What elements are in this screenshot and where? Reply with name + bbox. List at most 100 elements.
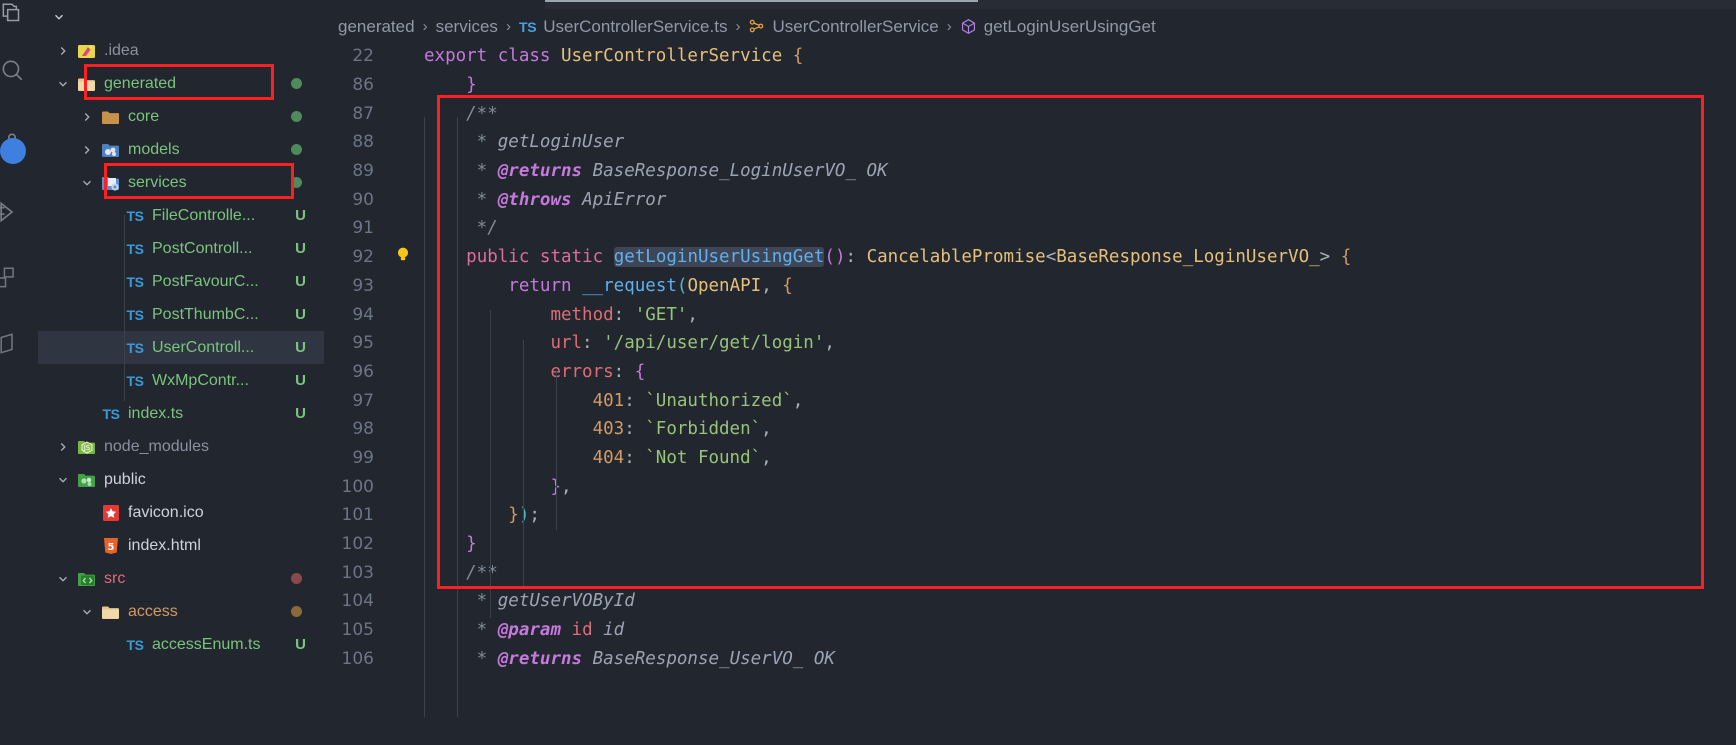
- tree-item-postthumbc---[interactable]: TS PostThumbC... U: [38, 298, 324, 331]
- code-line-91[interactable]: 91 */: [324, 214, 1736, 243]
- git-status-badge: U: [295, 636, 306, 653]
- tree-item-core[interactable]: core: [38, 100, 324, 133]
- breadcrumb-label: services: [435, 16, 498, 36]
- line-number: 104: [341, 591, 374, 612]
- line-number: 86: [352, 75, 374, 96]
- chevron-down-icon[interactable]: [52, 572, 74, 586]
- code-line-text: * @returns BaseResponse_LoginUserVO_ OK: [424, 161, 888, 181]
- code-line-104[interactable]: 104 * getUserVOById: [324, 587, 1736, 616]
- code-line-96[interactable]: 96 errors: {: [324, 358, 1736, 387]
- code-token: id: [571, 620, 593, 641]
- chevron-right-icon[interactable]: [76, 143, 98, 157]
- code-line-100[interactable]: 100 },: [324, 472, 1736, 501]
- tree-item--idea[interactable]: .idea: [38, 34, 324, 67]
- line-number: 106: [341, 648, 374, 669]
- chevron-down-icon[interactable]: [76, 605, 98, 619]
- tree-item-src[interactable]: src: [38, 562, 324, 595]
- search-icon[interactable]: [0, 44, 38, 96]
- breadcrumb-segment-1[interactable]: services: [436, 17, 498, 37]
- run-debug-icon[interactable]: [0, 186, 38, 238]
- code-line-89[interactable]: 89 * @returns BaseResponse_LoginUserVO_ …: [324, 157, 1736, 186]
- code-line-88[interactable]: 88 * getLoginUser: [324, 128, 1736, 157]
- code-line-103[interactable]: 103 /**: [324, 558, 1736, 587]
- code-token: :: [624, 419, 646, 440]
- explorer-icon[interactable]: [0, 0, 38, 40]
- tree-item-wxmpcontr---[interactable]: TS WxMpContr... U: [38, 364, 324, 397]
- breadcrumb-label: getLoginUserUsingGet: [983, 16, 1156, 36]
- tree-item-index-html[interactable]: 5 index.html: [38, 529, 324, 562]
- code-line-text: export class UserControllerService {: [424, 46, 803, 66]
- breadcrumb[interactable]: generated › services › TS UserControllerServi…: [324, 11, 1736, 42]
- ts-file-icon: TS: [126, 636, 144, 653]
- chevron-right-icon[interactable]: [52, 44, 74, 58]
- tree-item-public[interactable]: public: [38, 463, 324, 496]
- code-line-105[interactable]: 105 * @param id id: [324, 616, 1736, 645]
- code-line-text: url: '/api/user/get/login',: [424, 333, 835, 353]
- tree-item-postcontroll---[interactable]: TS PostControll... U: [38, 232, 324, 265]
- tree-item-usercontroll---[interactable]: TS UserControll... U: [38, 331, 324, 364]
- breadcrumb-segment-4[interactable]: getLoginUserUsingGet: [960, 17, 1156, 37]
- code-line-101[interactable]: 101 });: [324, 501, 1736, 530]
- code-token: `Not Found`: [645, 447, 762, 468]
- code-line-95[interactable]: 95 url: '/api/user/get/login',: [324, 329, 1736, 358]
- code-line-94[interactable]: 94 method: 'GET',: [324, 300, 1736, 329]
- chevron-down-icon[interactable]: [76, 176, 98, 190]
- tree-item-access[interactable]: access: [38, 595, 324, 628]
- explorer-root-header[interactable]: [38, 0, 324, 34]
- tree-item-node-modules[interactable]: JS node_modules: [38, 430, 324, 463]
- line-number: 91: [352, 218, 374, 239]
- line-number: 87: [352, 103, 374, 124]
- breadcrumb-segment-0[interactable]: generated: [338, 17, 415, 37]
- line-number: 97: [352, 390, 374, 411]
- code-line-106[interactable]: 106 * @returns BaseResponse_UserVO_ OK: [324, 644, 1736, 673]
- breadcrumb-label: generated: [338, 16, 415, 36]
- code-line-text: 401: `Unauthorized`,: [424, 391, 804, 411]
- code-line-22[interactable]: 22 export class UserControllerService {: [324, 42, 1736, 71]
- code-line-97[interactable]: 97 401: `Unauthorized`,: [324, 386, 1736, 415]
- code-line-98[interactable]: 98 403: `Forbidden`,: [324, 415, 1736, 444]
- tree-item-services[interactable]: services: [38, 166, 324, 199]
- tree-item-filecontrolle---[interactable]: TS FileControlle... U: [38, 199, 324, 232]
- code-token: {: [782, 275, 793, 296]
- code-line-92[interactable]: 92 public static getLoginUserUsingGet():…: [324, 243, 1736, 272]
- code-line-87[interactable]: 87 /**: [324, 99, 1736, 128]
- tree-item-label: src: [104, 569, 126, 587]
- code-line-102[interactable]: 102 }: [324, 530, 1736, 559]
- tree-item-label: .idea: [104, 41, 139, 59]
- code-token: getLoginUser: [497, 132, 625, 153]
- tree-item-favicon-ico[interactable]: favicon.ico: [38, 496, 324, 529]
- code-line-text: * @returns BaseResponse_UserVO_ OK: [424, 649, 835, 669]
- breadcrumb-segment-3[interactable]: UserControllerService: [748, 17, 939, 37]
- chevron-down-icon[interactable]: [52, 77, 74, 91]
- code-editor[interactable]: 22 export class UserControllerService {86…: [324, 42, 1736, 717]
- line-number: 96: [352, 361, 374, 382]
- git-status-badge: U: [295, 273, 306, 290]
- code-line-99[interactable]: 99 404: `Not Found`,: [324, 444, 1736, 473]
- git-status-badge: U: [295, 372, 306, 389]
- tree-item-index-ts[interactable]: TS index.ts U: [38, 397, 324, 430]
- method-symbol-icon: [960, 18, 977, 35]
- code-token: ;: [529, 505, 540, 526]
- code-line-86[interactable]: 86 }: [324, 71, 1736, 100]
- line-number: 98: [352, 419, 374, 440]
- code-line-93[interactable]: 93 return __request(OpenAPI, {: [324, 272, 1736, 301]
- code-token: public: [466, 247, 540, 268]
- remote-explorer-icon[interactable]: [0, 318, 38, 370]
- extensions-icon[interactable]: [0, 252, 38, 304]
- ts-file-icon: TS: [518, 18, 537, 35]
- tree-item-generated[interactable]: generated: [38, 67, 324, 100]
- chevron-right-icon[interactable]: [52, 440, 74, 454]
- chevron-down-icon[interactable]: [52, 473, 74, 487]
- tree-item-accessenum-ts[interactable]: TS accessEnum.ts U: [38, 628, 324, 661]
- code-line-90[interactable]: 90 * @throws ApiError: [324, 185, 1736, 214]
- tree-item-postfavourc---[interactable]: TS PostFavourC... U: [38, 265, 324, 298]
- breadcrumb-segment-2[interactable]: TS UserControllerService.ts: [519, 17, 728, 37]
- tree-item-models[interactable]: models: [38, 133, 324, 166]
- chevron-right-icon[interactable]: [76, 110, 98, 124]
- tab-strip: [324, 0, 1736, 11]
- line-number: 90: [352, 189, 374, 210]
- lightbulb-icon[interactable]: [394, 246, 412, 269]
- code-token: ,: [687, 304, 698, 325]
